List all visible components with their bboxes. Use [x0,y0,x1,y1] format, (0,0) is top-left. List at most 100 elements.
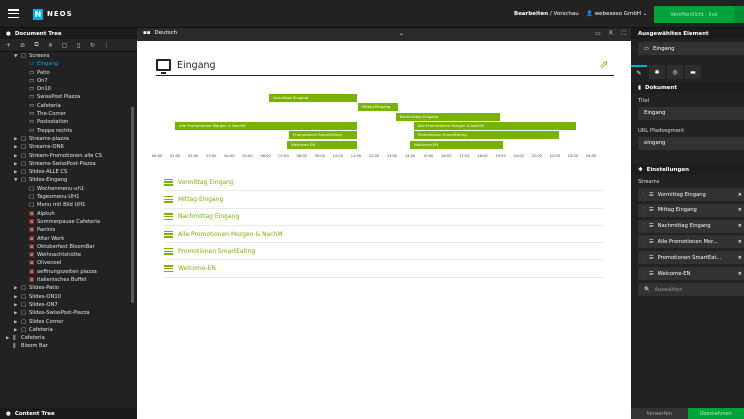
tree-node[interactable]: ▼ ▢ Screens [0,52,131,60]
caret-icon[interactable]: ▶ [14,294,21,301]
user-menu[interactable]: 👤 webexeso GmbH ⌄ [586,11,647,17]
menu-icon[interactable] [8,9,19,19]
drag-handle-icon[interactable]: ⋮ [641,207,646,213]
stream-item[interactable]: Welcome-EN [164,260,604,278]
tree-node[interactable]: ǁ Bloom Bar [0,342,131,350]
tree-node[interactable]: ▶ ▢ Streams-piazza [0,135,131,143]
open-external-icon[interactable]: ⇗ [599,58,608,71]
caret-icon[interactable]: ▶ [14,285,21,292]
tree-node[interactable]: ▣ Alpkuh [0,210,131,218]
document-tree-header[interactable]: ● Document Tree [0,28,137,39]
apply-button[interactable]: Übernehmen [687,408,744,419]
url-path-input[interactable]: eingang [638,137,744,150]
tree-node[interactable]: ▶ ▢ Slides-ON7 [0,301,131,309]
remove-icon[interactable]: × [738,239,742,245]
stream-reference[interactable]: ⋮ ☰ Welcome-EN × [638,267,744,280]
dimension-selector[interactable]: ▪▪ Deutsch [143,30,177,36]
streams-search-input[interactable]: 🔍 Auswählen [638,283,744,296]
remove-icon[interactable]: × [738,192,742,198]
publish-dropdown-button[interactable] [734,6,744,23]
paste-icon[interactable]: ▢ [61,42,68,49]
tree-node[interactable]: ▭ On10 [0,85,131,93]
edit-preview-mode[interactable]: Bearbeiten / Vorschau [514,11,579,17]
edit-mode-label[interactable]: Bearbeiten [514,11,548,17]
tree-node[interactable]: ▣ Sommerpause Cafeteria [0,218,131,226]
tree-node[interactable]: ▣ oeffnungszeiten piazza [0,268,131,276]
stream-item[interactable]: Alle Promotionen Morgen & NachM [164,226,604,244]
tree-node[interactable]: ▣ Weihnachtshütte [0,251,131,259]
tab-media-icon[interactable]: ▬ [685,65,701,79]
tree-node[interactable]: ▶ ▢ Slides-ON10 [0,293,131,301]
preview-mode-label[interactable]: Vorschau [554,11,579,17]
stream-item[interactable]: Promotionen SmartEating [164,243,604,261]
stream-reference[interactable]: ⋮ ☰ Vormittag Eingang × [638,188,744,201]
chevron-down-icon[interactable]: ⌄ [399,30,404,37]
caret-icon[interactable]: ▶ [14,319,21,326]
tree-node[interactable]: ▢ Tagesmenu-UH1 [0,193,131,201]
hide-icon[interactable]: ⊘ [19,42,26,49]
tree-node[interactable]: ▶ ▢ Slides-SwissPost-Piazza [0,309,131,317]
tree-node[interactable]: ▣ After Work [0,235,131,243]
stream-reference[interactable]: ⋮ ☰ Mittag Eingang × [638,203,744,217]
stream-item[interactable]: Mittag Eingang [164,191,604,209]
content-tree-header[interactable]: ● Content Tree [0,408,137,419]
refresh-icon[interactable]: ↻ [89,42,96,49]
remove-icon[interactable]: × [738,223,742,229]
caret-icon[interactable]: ▶ [14,153,21,160]
stream-reference[interactable]: ⋮ ☰ Alle Promotionen Mor... × [638,235,744,249]
tree-node[interactable]: ▶ ǁ Cafeteria [0,334,131,342]
tab-settings-icon[interactable]: ✱ [649,65,665,79]
tab-edit-icon[interactable]: ✎ [631,65,647,79]
tree-node[interactable]: ▶ ▢ Stream-Promotionen alle CS [0,152,131,160]
discard-button[interactable]: Verwerfen [631,408,688,419]
tree-node[interactable]: ▶ ▢ Slides-Patio [0,284,131,292]
copy-icon[interactable]: ⧉ [33,41,40,49]
external-link-icon[interactable]: ⇱ [609,30,614,38]
stream-reference[interactable]: ⋮ ☰ Promotionen SmartEat... × [638,251,744,265]
caret-icon[interactable]: ▶ [14,327,21,334]
tree-node[interactable]: ▭ Treppe rechts [0,127,131,135]
caret-icon[interactable]: ▶ [14,169,21,176]
title-input[interactable]: Eingang [638,107,744,120]
caret-icon[interactable]: ▶ [14,161,21,168]
tree-node[interactable]: ▶ ▢ Slides-ALLE CS [0,168,131,176]
publish-button[interactable]: Veröffentlicht - live [654,6,734,23]
tree-node[interactable]: ▭ Cafeteria [0,102,131,110]
drag-handle-icon[interactable]: ⋮ [641,271,646,277]
drag-handle-icon[interactable]: ⋮ [641,223,646,229]
remove-icon[interactable]: × [738,271,742,277]
cut-icon[interactable]: ✕ [47,42,54,49]
caret-icon[interactable]: ▼ [14,53,21,60]
tree-node[interactable]: ▭ On7 [0,77,131,85]
tree-node[interactable]: ▣ Olivenoel [0,259,131,267]
more-icon[interactable]: ⋮ [103,42,110,49]
tree-node[interactable]: ▶ ▢ Streams-SwissPost-Piazza [0,160,131,168]
tree-node[interactable]: ▶ ▢ Streams-ON6 [0,143,131,151]
remove-icon[interactable]: × [738,255,742,261]
delete-icon[interactable]: ▯ [75,42,82,49]
drag-handle-icon[interactable]: ⋮ [641,255,646,261]
tree-node[interactable]: ▶ ▢ Slides Corner [0,318,131,326]
tree-node[interactable]: ▣ Italienisches Buffet [0,276,131,284]
tree-node[interactable]: ▢ Wochenmenu-uh1 [0,185,131,193]
tree-node[interactable]: ▭ SwissPost Piazza [0,93,131,101]
tree-node[interactable]: ▣ Oktoberfest BloomBar [0,243,131,251]
tree-node[interactable]: ▣ Paninis [0,226,131,234]
tree-node[interactable]: ▭ Patio [0,69,131,77]
tree-node[interactable]: ▼ ▢ Slides-Eingang [0,176,131,184]
drag-handle-icon[interactable]: ⋮ [641,192,646,198]
preview-icon[interactable]: ▭ [595,30,601,38]
caret-icon[interactable]: ▶ [14,136,21,143]
section-document[interactable]: ▮ Dokument [631,82,744,93]
tree-node[interactable]: ▭ Eingang [0,60,131,68]
tree-node[interactable]: ▢ Menu mit Bild UH1 [0,201,131,209]
caret-icon[interactable]: ▶ [14,144,21,151]
tree-node[interactable]: ▶ ▢ Cafeteria [0,326,131,334]
tree-scrollbar[interactable] [131,107,134,303]
stream-item[interactable]: Nachmittag Eingang [164,209,604,226]
stream-item[interactable]: Vormittag Eingang [164,174,604,192]
caret-icon[interactable]: ▼ [14,177,21,184]
caret-icon[interactable]: ▶ [14,302,21,309]
add-icon[interactable]: + [5,42,12,49]
caret-icon[interactable]: ▶ [14,310,21,317]
